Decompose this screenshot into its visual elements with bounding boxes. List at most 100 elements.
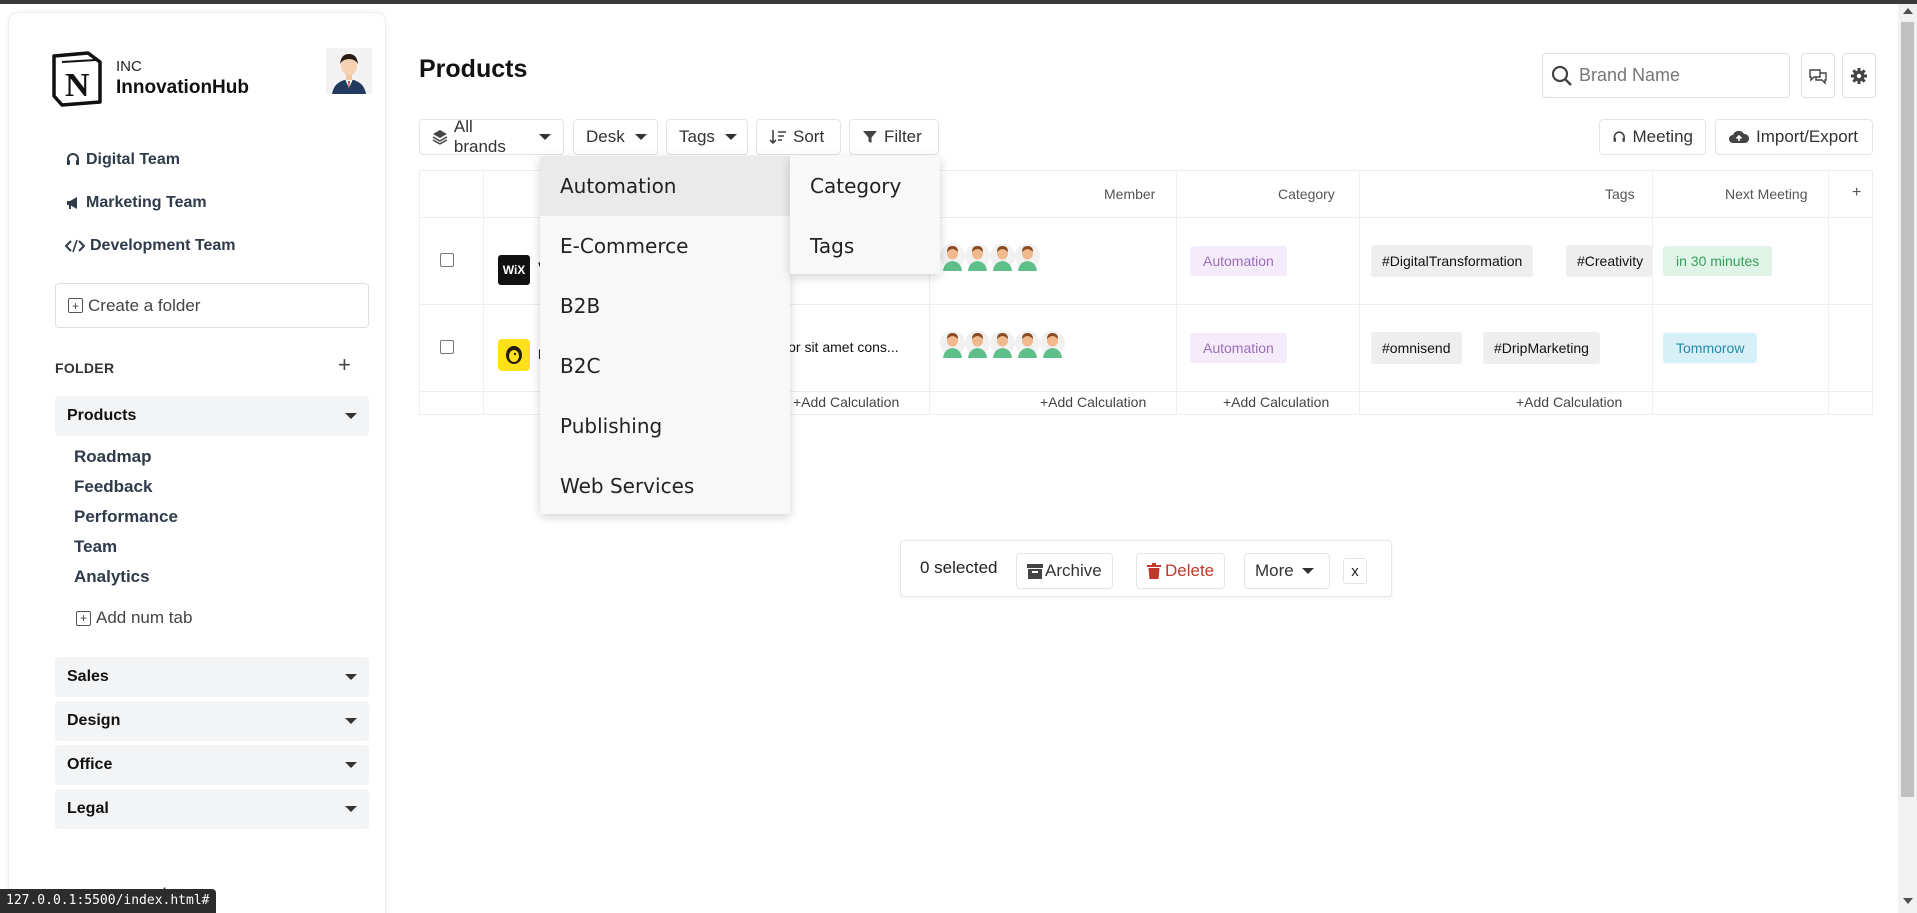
sort-icon [769,130,786,145]
member-avatar-icon [940,330,965,358]
row-checkbox[interactable] [440,253,454,267]
sub-item-feedback[interactable]: Feedback [74,477,152,497]
create-folder-button[interactable]: + Create a folder [55,283,369,328]
create-folder-label: Create a folder [88,295,201,315]
mailchimp-logo [498,339,530,371]
caret-down-icon [345,806,357,812]
user-avatar[interactable] [326,48,372,94]
plus-square-icon: + [76,610,91,626]
add-calculation[interactable]: +Add Calculation [1516,394,1622,410]
chat-icon [1809,68,1827,85]
header-category: Category [1278,186,1335,202]
member-avatar-icon [1040,330,1065,358]
search-box[interactable] [1542,53,1790,98]
dropdown-item-automation[interactable]: Automation [540,156,790,216]
scrollbar-thumb[interactable] [1901,22,1914,797]
add-column-button[interactable]: + [1852,184,1861,202]
more-button[interactable]: More [1244,553,1330,589]
row-description: lor sit amet cons... [785,339,899,355]
plus-square-icon: + [68,298,83,313]
caret-down-icon [724,134,737,140]
add-folder-icon[interactable]: + [338,352,351,378]
section-sales-label: Sales [67,668,109,685]
team-marketing[interactable]: Marketing Team [64,194,207,212]
member-avatar-icon [1015,243,1040,271]
dropdown-item-b2b[interactable]: B2B [540,276,790,336]
row-checkbox[interactable] [440,340,454,354]
sort-button[interactable]: Sort [756,119,841,155]
caret-down-icon [345,674,357,680]
folder-heading: FOLDER [55,360,115,376]
add-calculation[interactable]: +Add Calculation [1223,394,1329,410]
dropdown-item-publishing[interactable]: Publishing [540,396,790,456]
selection-bar: 0 selected Archive Delete More x [900,540,1392,597]
chat-button[interactable] [1801,53,1835,98]
tags-dropdown-menu: Automation E-Commerce B2B B2C Publishing… [540,156,790,514]
meeting-button[interactable]: Meeting [1599,119,1706,155]
dropdown-item-tags[interactable]: Tags [790,216,940,276]
all-brands-label: All brands [453,117,506,156]
section-products[interactable]: Products [55,396,369,436]
meeting-badge: in 30 minutes [1663,246,1773,276]
wix-logo: WiX [498,255,530,285]
section-office[interactable]: Office [55,745,369,785]
dropdown-item-category[interactable]: Category [790,156,940,216]
dropdown-item-b2c[interactable]: B2C [540,336,790,396]
notion-logo-icon: N [52,51,102,107]
dropdown-item-ecommerce[interactable]: E-Commerce [540,216,790,276]
caret-down-icon [345,413,357,419]
sub-item-team[interactable]: Team [74,537,117,557]
section-legal[interactable]: Legal [55,789,369,829]
sub-item-analytics[interactable]: Analytics [74,567,150,587]
meeting-label: Meeting [1632,127,1693,146]
caret-down-icon [345,762,357,768]
import-export-button[interactable]: Import/Export [1715,119,1873,155]
add-calculation[interactable]: +Add Calculation [793,394,899,410]
filter-button[interactable]: Filter [849,119,939,155]
add-num-tab-label: Add num tab [96,608,193,627]
sub-item-performance[interactable]: Performance [74,507,178,527]
dropdown-item-web-services[interactable]: Web Services [540,456,790,516]
search-input[interactable] [1579,65,1779,86]
section-design[interactable]: Design [55,701,369,741]
delete-label: Delete [1165,561,1215,580]
section-sales[interactable]: Sales [55,657,369,697]
member-avatars [940,241,1040,271]
archive-label: Archive [1045,561,1102,580]
category-badge: Automation [1190,246,1287,276]
tags-button[interactable]: Tags [666,119,748,155]
archive-button[interactable]: Archive [1016,553,1113,589]
brand[interactable]: N INC InnovationHub [48,50,249,108]
col-divider [483,171,484,414]
team-development[interactable]: Development Team [64,237,236,255]
scroll-down-arrow-icon[interactable] [1903,898,1913,904]
desk-button[interactable]: Desk [573,119,658,155]
close-selection-button[interactable]: x [1343,558,1367,584]
filter-icon [863,131,877,143]
layers-icon [432,130,448,145]
add-calculation[interactable]: +Add Calculation [1040,394,1146,410]
code-icon [64,237,86,255]
sub-item-roadmap[interactable]: Roadmap [74,447,151,467]
col-divider [1176,171,1177,414]
svg-text:N: N [65,67,90,104]
scroll-up-arrow-icon[interactable] [1903,8,1913,14]
team-digital[interactable]: Digital Team [64,151,180,169]
tag-chip: #Creativity [1566,245,1652,277]
team-development-label: Development Team [90,237,236,254]
member-avatars [940,328,1065,358]
filter-label: Filter [884,127,922,146]
headset-icon [64,151,82,169]
member-avatar-icon [940,243,965,271]
mailchimp-icon [506,346,522,364]
settings-button[interactable] [1842,53,1876,98]
header-tags: Tags [1605,186,1635,202]
all-brands-button[interactable]: All brands [419,117,564,156]
add-num-tab-button[interactable]: + Add num tab [76,608,192,628]
section-office-label: Office [67,756,113,773]
delete-button[interactable]: Delete [1136,553,1226,589]
header-next-meeting: Next Meeting [1725,186,1808,202]
trash-icon [1147,563,1161,579]
member-avatar-icon [990,243,1015,271]
brand-inc: INC [116,58,142,75]
